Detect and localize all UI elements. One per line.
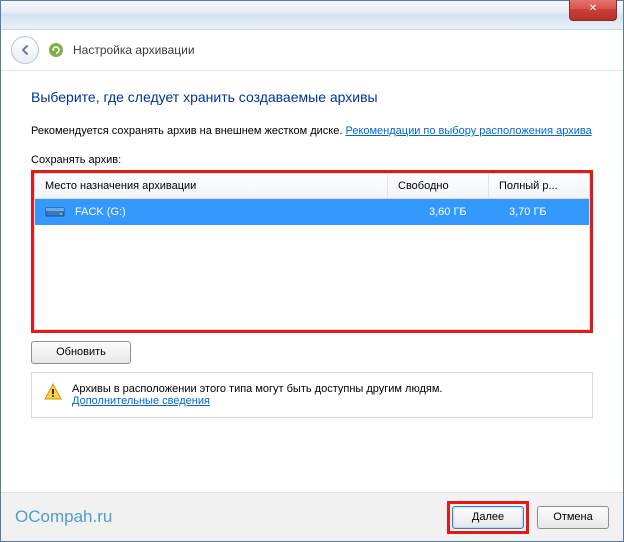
- page-heading: Выберите, где следует хранить создаваемы…: [31, 89, 593, 105]
- body: Выберите, где следует хранить создаваемы…: [1, 71, 623, 492]
- table-header: Место назначения архивации Свободно Полн…: [34, 173, 590, 199]
- header: Настройка архивации: [1, 30, 623, 71]
- header-title: Настройка архивации: [73, 43, 195, 57]
- more-info-link[interactable]: Дополнительные сведения: [72, 395, 210, 407]
- refresh-button[interactable]: Обновить: [31, 341, 131, 364]
- save-archive-label: Сохранять архив:: [31, 154, 593, 166]
- warning-icon: [44, 383, 62, 401]
- back-button[interactable]: [11, 36, 39, 64]
- col-free[interactable]: Свободно: [388, 174, 489, 198]
- drive-icon: [45, 205, 65, 219]
- col-total[interactable]: Полный р...: [489, 174, 589, 198]
- warning-text: Архивы в расположении этого типа могут б…: [72, 383, 442, 395]
- footer: OCompah.ru Далее Отмена: [1, 492, 623, 541]
- warning-box: Архивы в расположении этого типа могут б…: [31, 372, 593, 418]
- cancel-button[interactable]: Отмена: [537, 506, 609, 529]
- backup-icon: [47, 41, 65, 59]
- cell-total: 3,70 ГБ: [509, 206, 579, 218]
- col-destination[interactable]: Место назначения архивации: [35, 174, 388, 198]
- drive-name: FACK (G:): [75, 206, 126, 218]
- description-text: Рекомендуется сохранять архив на внешнем…: [31, 125, 345, 137]
- watermark: OCompah.ru: [15, 507, 112, 527]
- titlebar: ✕: [1, 1, 623, 30]
- arrow-left-icon: [18, 43, 32, 57]
- description: Рекомендуется сохранять архив на внешнем…: [31, 123, 593, 140]
- cell-free: 3,60 ГБ: [429, 206, 509, 218]
- warning-content: Архивы в расположении этого типа могут б…: [72, 383, 442, 407]
- table-row[interactable]: FACK (G:) 3,60 ГБ 3,70 ГБ: [35, 199, 589, 225]
- next-button-highlight: Далее: [447, 501, 529, 534]
- table-body: FACK (G:) 3,60 ГБ 3,70 ГБ: [34, 199, 590, 330]
- recommendations-link[interactable]: Рекомендации по выбору расположения архи…: [345, 125, 591, 137]
- destination-table-highlight: Место назначения архивации Свободно Полн…: [31, 170, 593, 333]
- cell-destination: FACK (G:): [45, 205, 429, 219]
- dialog-window: ✕ Настройка архивации Выберите, где след…: [0, 0, 624, 542]
- close-button[interactable]: ✕: [569, 0, 617, 21]
- next-button[interactable]: Далее: [452, 506, 524, 529]
